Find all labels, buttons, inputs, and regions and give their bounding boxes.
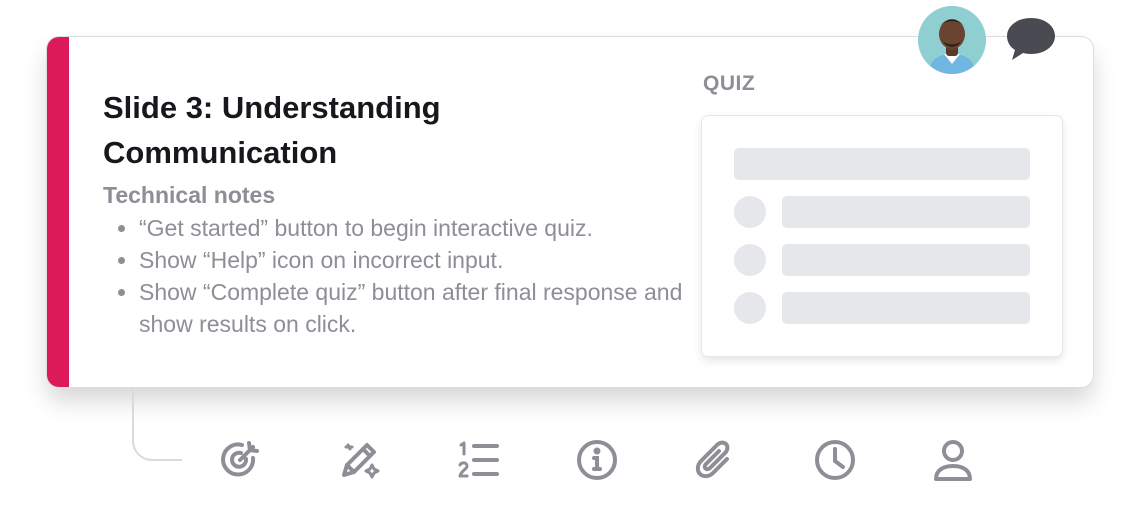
quiz-option-placeholder — [782, 244, 1030, 276]
chat-bubble-icon[interactable] — [1005, 16, 1057, 62]
quiz-option-placeholder — [782, 196, 1030, 228]
avatar-portrait — [918, 6, 986, 74]
note-item: “Get started” button to begin interactiv… — [139, 212, 719, 244]
note-item: Show “Complete quiz” button after final … — [139, 276, 719, 340]
quiz-option-radio-placeholder — [734, 196, 766, 228]
quiz-preview — [702, 116, 1062, 356]
note-item: Show “Help” icon on incorrect input. — [139, 244, 719, 276]
clock-icon[interactable] — [812, 437, 858, 483]
edit-sparkle-icon[interactable] — [336, 437, 382, 483]
user-icon[interactable] — [930, 437, 976, 483]
target-icon[interactable] — [217, 437, 263, 483]
quiz-option-radio-placeholder — [734, 244, 766, 276]
quiz-label: QUIZ — [703, 72, 756, 95]
slide-accent-bar — [47, 37, 69, 387]
user-avatar[interactable] — [918, 6, 986, 74]
attachment-icon[interactable] — [693, 437, 739, 483]
quiz-option-placeholder — [782, 292, 1030, 324]
slide-card[interactable]: Slide 3: Understanding Communication Tec… — [47, 37, 1093, 387]
info-icon[interactable] — [574, 437, 620, 483]
technical-notes-heading: Technical notes — [103, 182, 276, 208]
numbered-list-icon[interactable] — [455, 437, 501, 483]
technical-notes-list: “Get started” button to begin interactiv… — [103, 212, 719, 340]
quiz-option-radio-placeholder — [734, 292, 766, 324]
quiz-question-placeholder — [734, 148, 1030, 180]
toolbar-connector — [132, 387, 182, 461]
slide-title: Slide 3: Understanding Communication — [103, 90, 441, 170]
